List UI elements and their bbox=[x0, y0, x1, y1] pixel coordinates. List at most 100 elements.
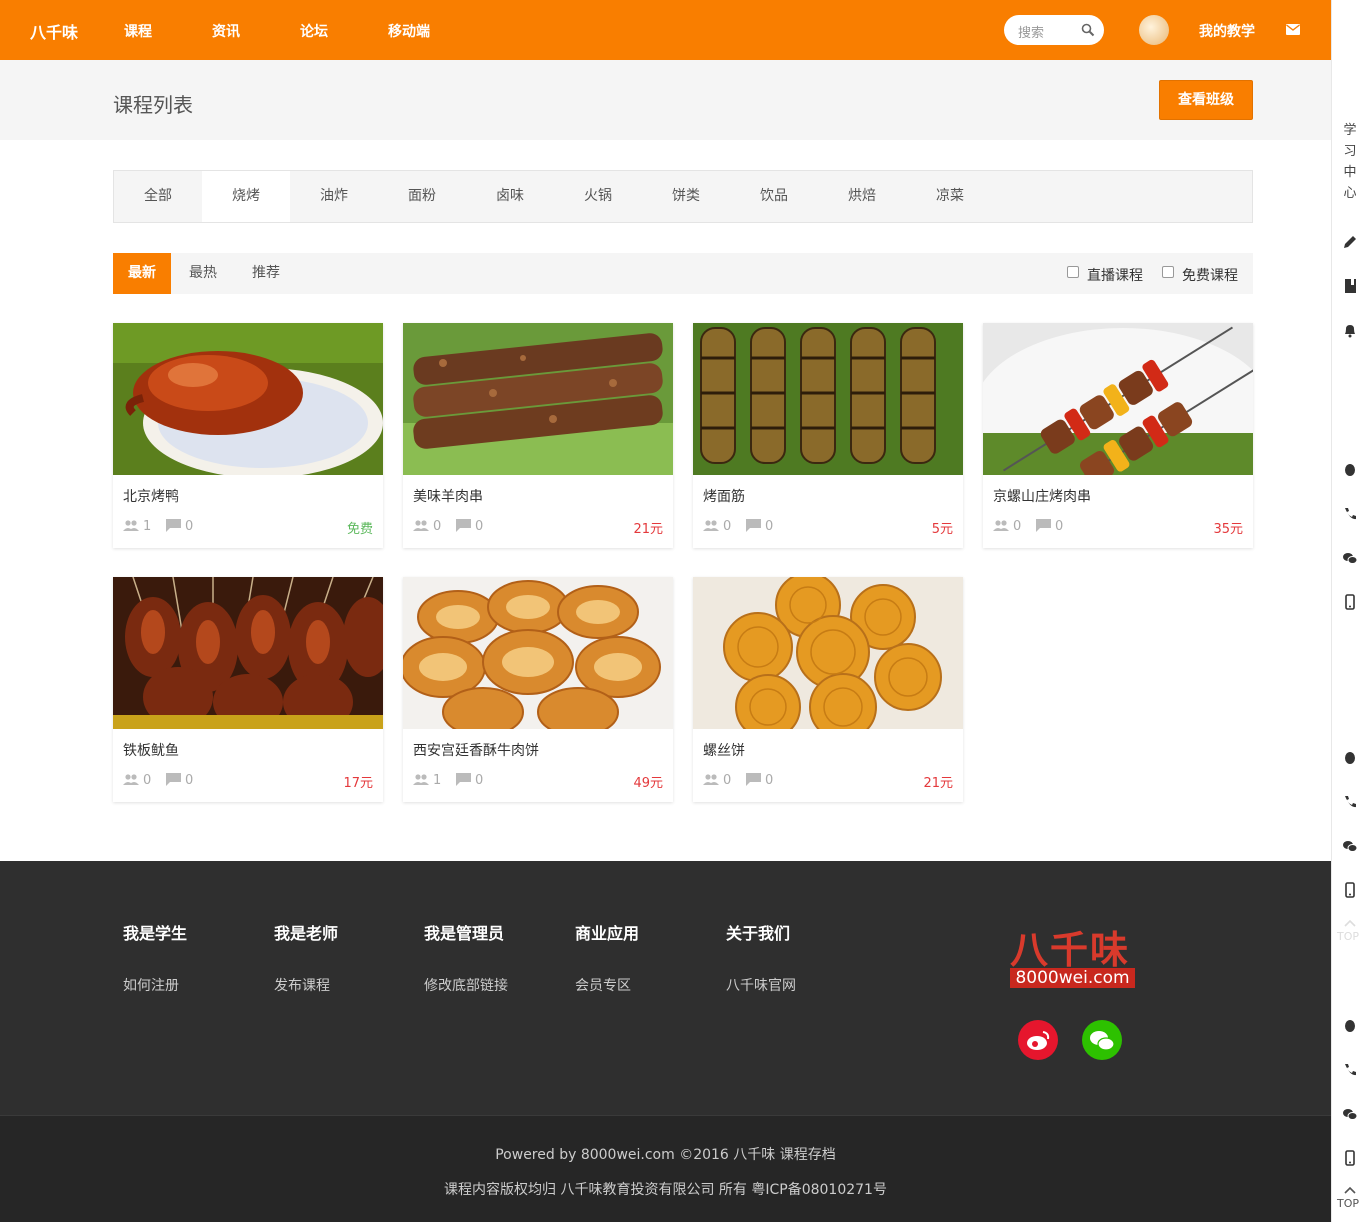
course-title[interactable]: 西安宫廷香酥牛肉饼 bbox=[413, 740, 539, 760]
back-to-top-label[interactable]: TOP bbox=[1337, 1197, 1359, 1210]
wechat-button[interactable] bbox=[1082, 1020, 1122, 1060]
course-price: 35元 bbox=[1213, 522, 1243, 537]
copyright-bar: Powered by 8000wei.com ©2016 八千味 课程存档 课程… bbox=[0, 1115, 1331, 1222]
qq-icon[interactable] bbox=[1342, 1018, 1358, 1034]
back-to-top-label[interactable]: TOP bbox=[1337, 930, 1359, 943]
category-tab-cold-dishes[interactable]: 凉菜 bbox=[906, 171, 994, 222]
students-icon bbox=[123, 520, 139, 531]
category-tab-fried[interactable]: 油炸 bbox=[290, 171, 378, 222]
footer-link-edit-links[interactable]: 修改底部链接 bbox=[424, 975, 508, 995]
free-course-checkbox[interactable] bbox=[1162, 266, 1174, 278]
footer-logo: 八千味 8000wei.com bbox=[1010, 931, 1135, 988]
nav-link-forum[interactable]: 论坛 bbox=[300, 21, 328, 41]
nav-link-news[interactable]: 资讯 bbox=[212, 21, 240, 41]
nav-link-mobile[interactable]: 移动端 bbox=[388, 21, 430, 41]
phone-icon[interactable] bbox=[1342, 794, 1358, 810]
qq-icon[interactable] bbox=[1342, 750, 1358, 766]
user-avatar[interactable] bbox=[1139, 15, 1169, 45]
nav-link-courses[interactable]: 课程 bbox=[124, 21, 152, 41]
students-icon bbox=[703, 520, 719, 531]
course-title[interactable]: 烤面筋 bbox=[703, 486, 745, 506]
course-thumbnail[interactable] bbox=[113, 323, 383, 475]
right-sidebar: 学习中心 TOP TOP bbox=[1331, 0, 1366, 1222]
phone-icon[interactable] bbox=[1342, 1062, 1358, 1078]
course-thumbnail[interactable] bbox=[403, 577, 673, 729]
copyright-line: 课程内容版权均归 八千味教育投资有限公司 所有 粤ICP备08010271号 bbox=[444, 1182, 887, 1198]
qq-icon[interactable] bbox=[1342, 462, 1358, 478]
category-tab-pancakes[interactable]: 饼类 bbox=[642, 171, 730, 222]
footer-link-register[interactable]: 如何注册 bbox=[123, 975, 179, 995]
footer-logo-text: 八千味 bbox=[1010, 928, 1131, 972]
sort-hottest[interactable]: 最热 bbox=[175, 253, 231, 294]
category-tab-baking[interactable]: 烘焙 bbox=[818, 171, 906, 222]
mobile-icon[interactable] bbox=[1342, 882, 1358, 898]
view-class-button[interactable]: 查看班级 bbox=[1159, 80, 1253, 120]
search-input[interactable]: 搜索 bbox=[1004, 15, 1104, 45]
comment-count-value: 0 bbox=[1055, 519, 1064, 534]
course-thumbnail[interactable] bbox=[403, 323, 673, 475]
course-card[interactable]: 铁板鱿鱼 0 0 17元 bbox=[113, 577, 383, 802]
site-logo[interactable]: 八千味 bbox=[30, 19, 78, 43]
course-thumbnail[interactable] bbox=[693, 323, 963, 475]
course-card[interactable]: 烤面筋 0 0 5元 bbox=[693, 323, 963, 548]
category-tab-all[interactable]: 全部 bbox=[114, 171, 202, 222]
category-tab-noodles[interactable]: 面粉 bbox=[378, 171, 466, 222]
students-icon bbox=[123, 774, 139, 785]
course-card[interactable]: 北京烤鸭 1 0 免费 bbox=[113, 323, 383, 548]
comment-icon bbox=[1036, 519, 1051, 532]
chevron-up-icon[interactable] bbox=[1342, 918, 1358, 928]
course-thumbnail[interactable] bbox=[983, 323, 1253, 475]
course-card[interactable]: 西安宫廷香酥牛肉饼 1 0 49元 bbox=[403, 577, 673, 802]
student-count: 0 bbox=[123, 773, 151, 788]
comment-count: 0 bbox=[456, 519, 483, 534]
footer-link-members[interactable]: 会员专区 bbox=[575, 975, 631, 995]
phone-icon[interactable] bbox=[1342, 506, 1358, 522]
notebook-icon[interactable] bbox=[1342, 278, 1358, 294]
wechat-icon[interactable] bbox=[1342, 550, 1358, 566]
course-title[interactable]: 北京烤鸭 bbox=[123, 486, 179, 506]
pencil-icon[interactable] bbox=[1342, 234, 1358, 250]
weibo-button[interactable] bbox=[1018, 1020, 1058, 1060]
wechat-icon[interactable] bbox=[1342, 838, 1358, 854]
category-tab-hotpot[interactable]: 火锅 bbox=[554, 171, 642, 222]
category-tab-drinks[interactable]: 饮品 bbox=[730, 171, 818, 222]
sort-newest[interactable]: 最新 bbox=[113, 253, 171, 294]
mail-icon[interactable] bbox=[1286, 24, 1300, 35]
student-count: 1 bbox=[123, 519, 151, 534]
comment-count-value: 0 bbox=[475, 519, 484, 534]
my-teaching-link[interactable]: 我的教学 bbox=[1199, 21, 1255, 41]
search-icon[interactable] bbox=[1081, 23, 1095, 37]
search-placeholder: 搜索 bbox=[1018, 26, 1045, 41]
top-navbar: 八千味 课程 资讯 论坛 移动端 搜索 我的教学 bbox=[0, 0, 1331, 60]
course-card[interactable]: 美味羊肉串 0 0 21元 bbox=[403, 323, 673, 548]
learning-center-link[interactable]: 学习中心 bbox=[1342, 120, 1358, 204]
bell-icon[interactable] bbox=[1342, 322, 1358, 338]
category-tab-bbq[interactable]: 烧烤 bbox=[202, 171, 290, 222]
student-count: 0 bbox=[703, 519, 731, 534]
course-title[interactable]: 铁板鱿鱼 bbox=[123, 740, 179, 760]
course-title[interactable]: 京螺山庄烤肉串 bbox=[993, 486, 1091, 506]
footer-link-official-site[interactable]: 八千味官网 bbox=[726, 975, 796, 995]
page-header: 课程列表 查看班级 bbox=[0, 60, 1331, 140]
sort-recommended[interactable]: 推荐 bbox=[237, 253, 295, 294]
wechat-icon[interactable] bbox=[1342, 1106, 1358, 1122]
live-course-checkbox[interactable] bbox=[1067, 266, 1079, 278]
mobile-icon[interactable] bbox=[1342, 1150, 1358, 1166]
course-thumbnail[interactable] bbox=[693, 577, 963, 729]
chevron-up-icon[interactable] bbox=[1342, 1185, 1358, 1195]
student-count-value: 1 bbox=[433, 773, 442, 788]
free-course-label[interactable]: 免费课程 bbox=[1182, 265, 1238, 285]
footer-link-publish-course[interactable]: 发布课程 bbox=[274, 975, 330, 995]
course-title[interactable]: 螺丝饼 bbox=[703, 740, 745, 760]
course-title[interactable]: 美味羊肉串 bbox=[413, 486, 483, 506]
comment-icon bbox=[166, 773, 181, 786]
course-thumbnail[interactable] bbox=[113, 577, 383, 729]
course-card[interactable]: 京螺山庄烤肉串 0 0 35元 bbox=[983, 323, 1253, 548]
category-tab-braised[interactable]: 卤味 bbox=[466, 171, 554, 222]
comment-count-value: 0 bbox=[765, 773, 774, 788]
live-course-label[interactable]: 直播课程 bbox=[1087, 265, 1143, 285]
student-count-value: 1 bbox=[143, 519, 152, 534]
page-title: 课程列表 bbox=[113, 93, 193, 117]
mobile-icon[interactable] bbox=[1342, 594, 1358, 610]
course-card[interactable]: 螺丝饼 0 0 21元 bbox=[693, 577, 963, 802]
